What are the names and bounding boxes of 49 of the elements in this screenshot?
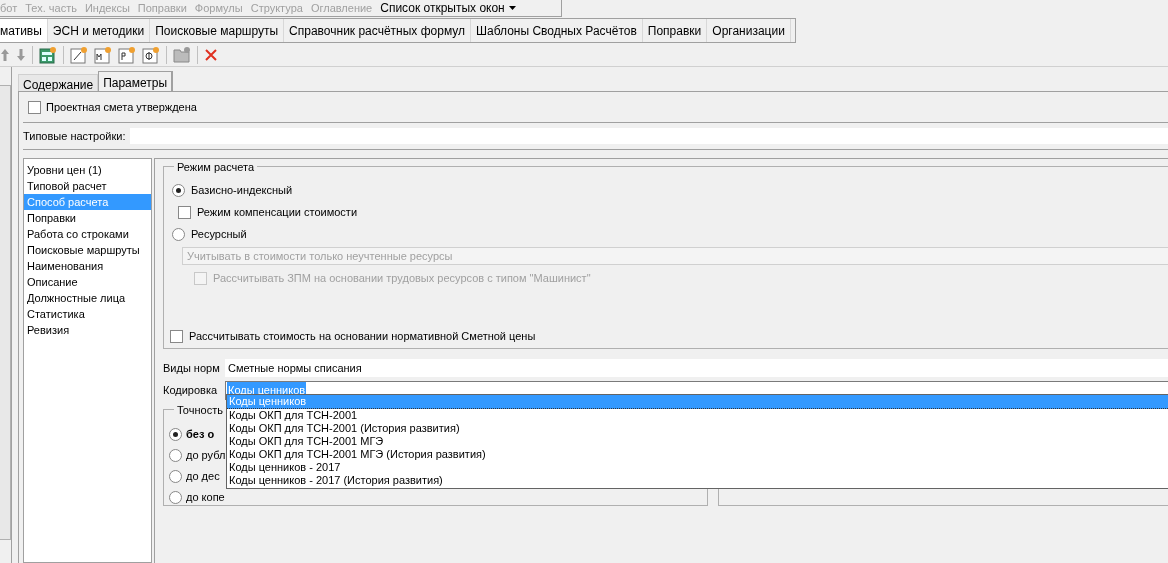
list-item[interactable]: Статистика <box>24 306 151 322</box>
radio-button[interactable] <box>169 491 182 504</box>
list-item[interactable]: Наименования <box>24 258 151 274</box>
radio-button[interactable] <box>169 449 182 462</box>
list-item[interactable]: Описание <box>24 274 151 290</box>
field-value: Сметные нормы списания <box>228 360 362 376</box>
checkbox-label: Рассчитывать ЗПМ на основании трудовых ресурсов с типом "Машинист" <box>213 270 591 286</box>
radio-button[interactable] <box>172 227 185 241</box>
radio-label: Базисно-индексный <box>191 182 293 198</box>
field-label: Виды норм <box>163 360 221 376</box>
radio-label: до дес <box>186 469 220 485</box>
radio-button[interactable] <box>169 428 182 441</box>
down-arrow-icon[interactable] <box>16 47 26 62</box>
radio-label: без о <box>186 427 215 443</box>
tab[interactable]: Содержание <box>18 74 99 91</box>
dropdown-option[interactable]: Коды ОКП для ТСН-2001 (История развития) <box>227 422 1168 435</box>
list-item[interactable]: Работа со строками <box>24 226 151 242</box>
list-item[interactable]: Поисковые маршруты <box>24 242 151 258</box>
tab[interactable]: мативы <box>0 19 48 42</box>
field-label: Типовые настройки: <box>23 128 126 144</box>
checkbox[interactable] <box>28 100 41 114</box>
checkbox-label: Проектная смета утверждена <box>46 99 197 115</box>
list-item[interactable]: Должностные лица <box>24 290 151 306</box>
dropdown-option[interactable]: Коды ОКП для ТСН-2001 <box>227 409 1168 422</box>
radio-button[interactable] <box>172 183 185 197</box>
dropdown-option[interactable]: Коды ОКП для ТСН-2001 МГЭ <box>227 435 1168 448</box>
folder-icon[interactable] <box>173 45 191 64</box>
dropdown-option[interactable]: Коды ценников - 2017 (История развития) <box>227 474 1168 487</box>
up-arrow-icon[interactable] <box>0 47 10 62</box>
list-item[interactable]: Ревизия <box>24 322 151 338</box>
checkbox[interactable] <box>170 329 183 343</box>
checkbox-label: Режим компенсации стоимости <box>197 204 358 220</box>
radio-button[interactable] <box>169 470 182 483</box>
radio-label: до рубл <box>186 448 226 464</box>
list-item[interactable]: Уровни цен (1) <box>24 162 151 178</box>
field-label: Кодировка <box>163 382 219 398</box>
dropdown-option[interactable]: Коды ОКП для ТСН-2001 МГЭ (История развития) <box>227 448 1168 461</box>
list-item[interactable]: Типовой расчет <box>24 178 151 194</box>
caret-icon <box>508 6 516 10</box>
norm-types-field[interactable]: Сметные нормы списания <box>225 359 1168 377</box>
tab[interactable]: Параметры <box>98 71 174 91</box>
radio-label: Ресурсный <box>191 226 247 242</box>
close-icon[interactable] <box>204 47 218 62</box>
checkbox[interactable] <box>178 205 191 219</box>
menu-item[interactable]: Список открытых окон <box>376 0 520 17</box>
dropdown-option[interactable]: Коды ценников - 2017 <box>227 461 1168 474</box>
radio-label: до копе <box>186 490 225 506</box>
checkbox-label: Рассчитывать стоимость на основании нормативной Сметной цены <box>189 328 536 344</box>
list-item[interactable]: Поправки <box>24 210 151 226</box>
